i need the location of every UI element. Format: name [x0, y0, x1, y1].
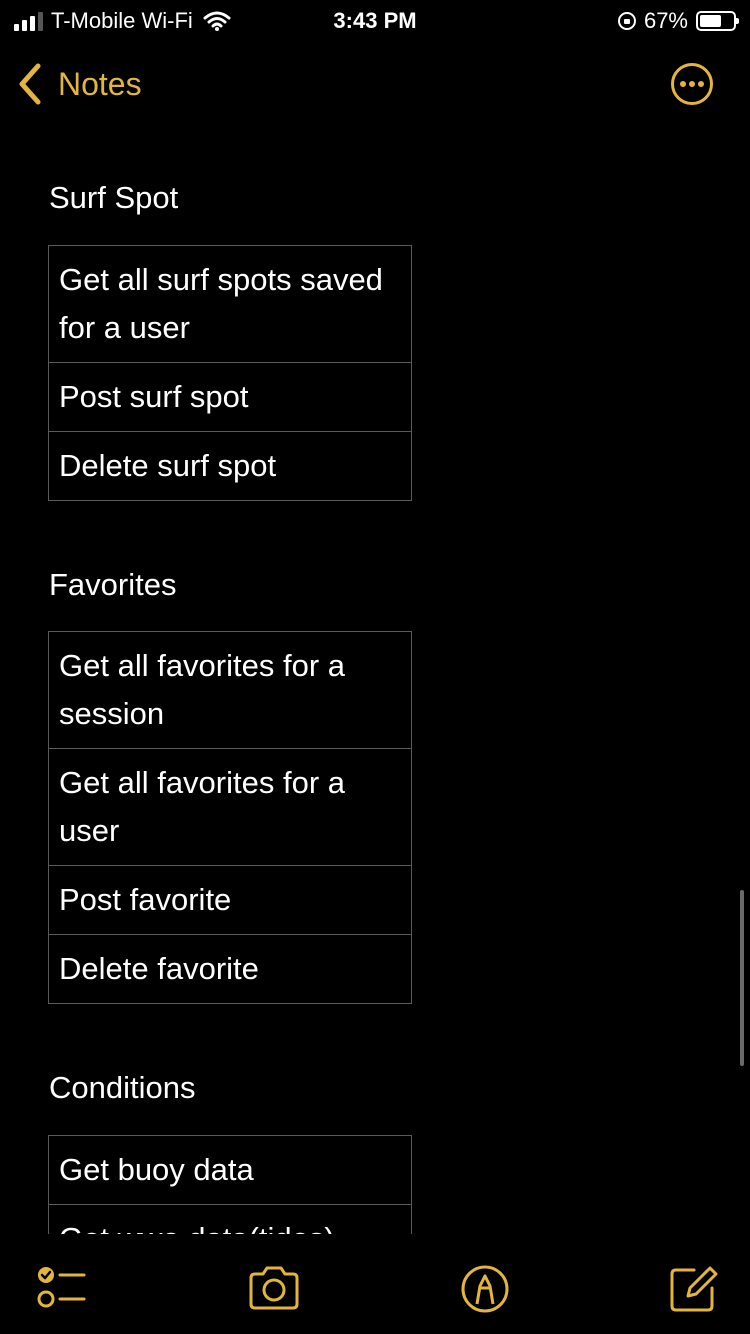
table-cell[interactable]: Get all favorites for a user: [48, 748, 412, 866]
table-row[interactable]: Post favorite: [48, 865, 412, 935]
back-button[interactable]: Notes: [16, 62, 142, 106]
ellipsis-circle-icon[interactable]: [670, 62, 714, 106]
camera-icon[interactable]: [247, 1262, 301, 1316]
table-cell[interactable]: Get all surf spots saved for a user: [48, 245, 412, 363]
section-title-conditions: Conditions: [49, 1070, 196, 1105]
table-surf-spot[interactable]: Get all surf spots saved for a user Post…: [48, 245, 412, 501]
bottom-toolbar: [0, 1234, 750, 1334]
navigation-bar: Notes: [0, 52, 750, 116]
section-title-surf-spot: Surf Spot: [49, 180, 179, 215]
scroll-indicator[interactable]: [740, 890, 744, 1066]
table-conditions[interactable]: Get buoy data Get wwo data(tides): [48, 1135, 412, 1234]
table-row[interactable]: Get all favorites for a session: [48, 631, 412, 749]
section-title-favorites: Favorites: [49, 567, 177, 602]
table-row[interactable]: Get wwo data(tides): [48, 1204, 412, 1234]
table-cell[interactable]: Delete surf spot: [48, 431, 412, 501]
table-row[interactable]: Get all favorites for a user: [48, 748, 412, 866]
table-row[interactable]: Get all surf spots saved for a user: [48, 245, 412, 363]
back-label: Notes: [58, 65, 142, 102]
table-favorites[interactable]: Get all favorites for a session Get all …: [48, 631, 412, 1004]
table-cell[interactable]: Get buoy data: [48, 1135, 412, 1205]
status-bar: T-Mobile Wi-Fi 3:43 PM 67%: [0, 0, 750, 42]
note-body[interactable]: Surf Spot Get all surf spots saved for a…: [0, 120, 750, 1234]
compose-icon[interactable]: [666, 1262, 720, 1316]
table-cell[interactable]: Post surf spot: [48, 362, 412, 432]
status-right: 67%: [617, 8, 739, 34]
table-cell[interactable]: Post favorite: [48, 865, 412, 935]
table-cell[interactable]: Get all favorites for a session: [48, 631, 412, 749]
table-row[interactable]: Delete favorite: [48, 934, 412, 1004]
table-row[interactable]: Get buoy data: [48, 1135, 412, 1205]
table-cell[interactable]: Delete favorite: [48, 934, 412, 1004]
battery-icon: [696, 11, 739, 31]
table-cell[interactable]: Get wwo data(tides): [48, 1204, 412, 1234]
markup-pen-icon[interactable]: [458, 1262, 512, 1316]
table-row[interactable]: Post surf spot: [48, 362, 412, 432]
battery-percent: 67%: [643, 8, 688, 33]
rotation-lock-icon: [617, 12, 636, 30]
chevron-left-icon: [19, 63, 41, 105]
table-row[interactable]: Delete surf spot: [48, 431, 412, 501]
checklist-icon[interactable]: [34, 1262, 88, 1316]
